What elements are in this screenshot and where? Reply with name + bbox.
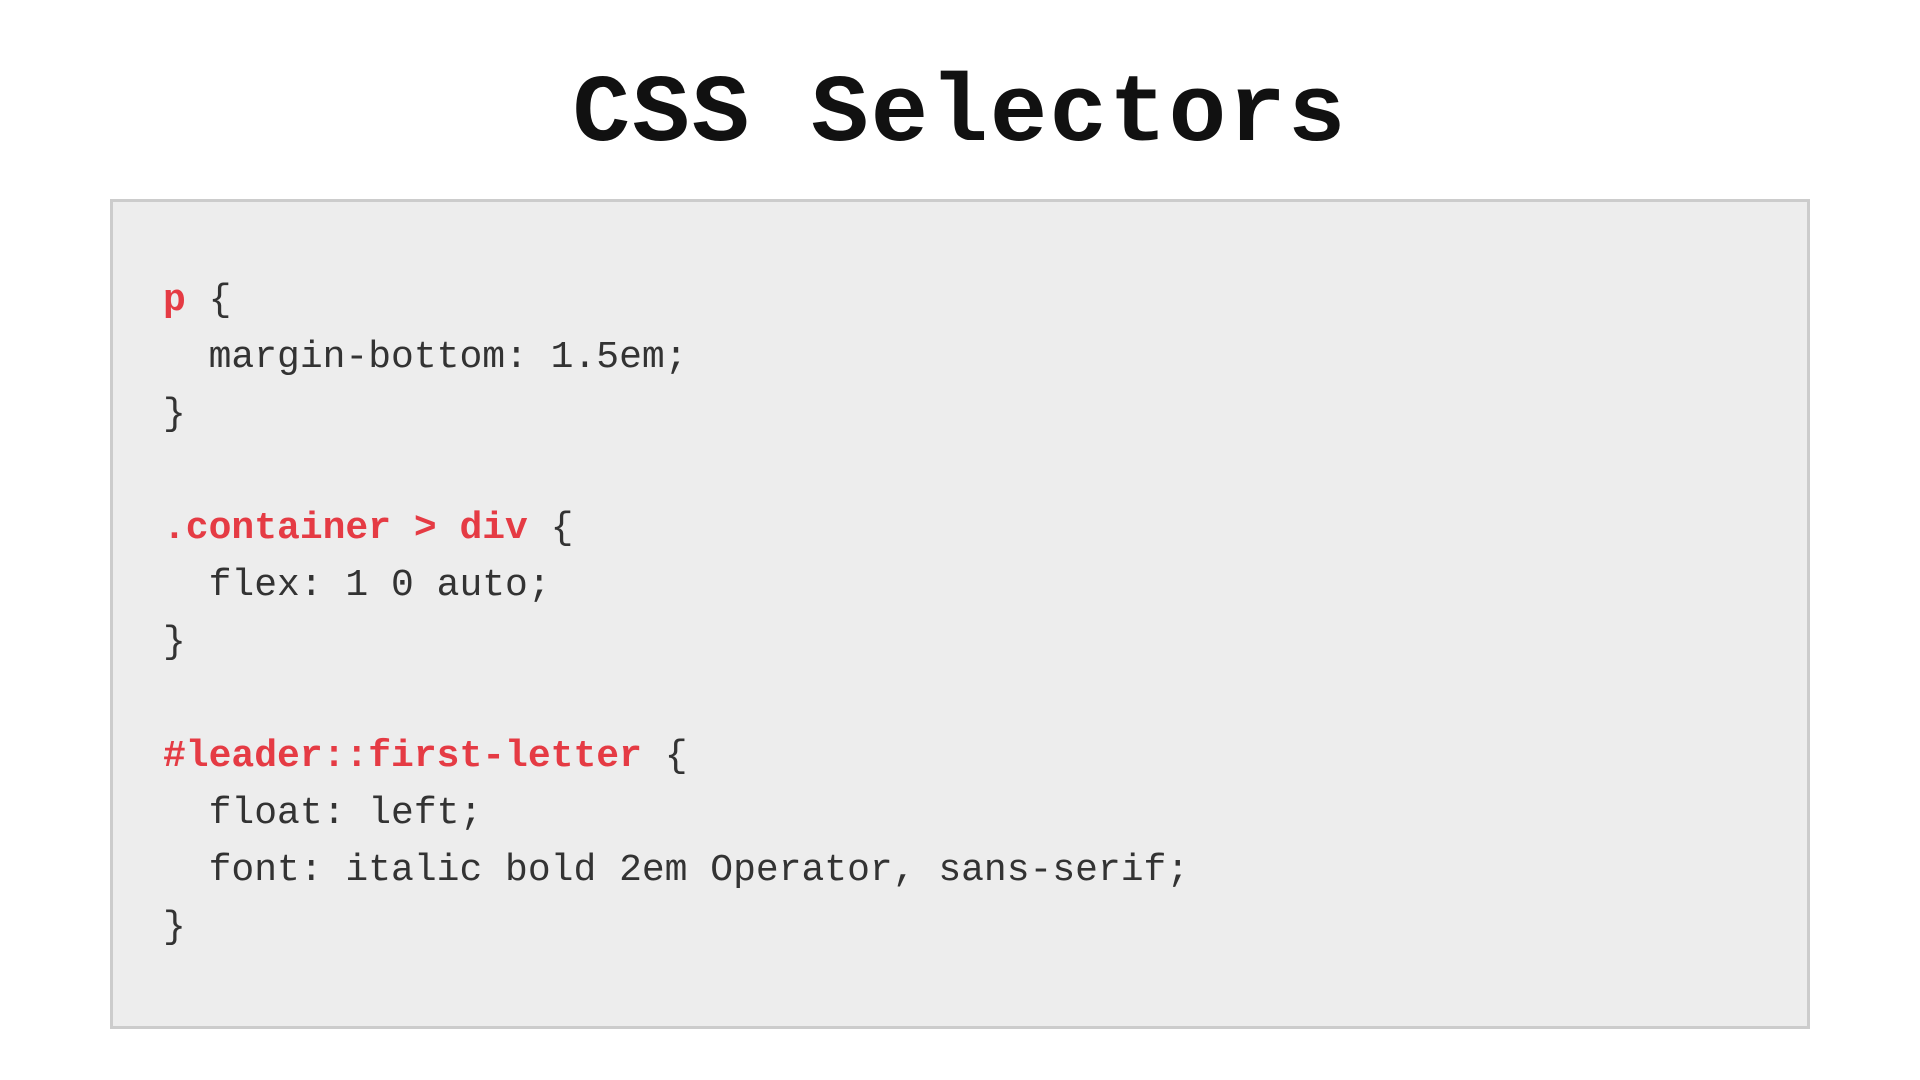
brace-close: } — [163, 393, 186, 436]
brace-open: { — [528, 507, 574, 550]
brace-open: { — [642, 735, 688, 778]
css-declaration: margin-bottom: 1.5em; — [163, 336, 688, 379]
code-block: p { margin-bottom: 1.5em; } .container >… — [163, 272, 1757, 956]
code-example-box: p { margin-bottom: 1.5em; } .container >… — [110, 199, 1810, 1029]
css-selector: #leader::first-letter — [163, 735, 642, 778]
css-declaration: flex: 1 0 auto; — [163, 564, 551, 607]
brace-open: { — [186, 279, 232, 322]
brace-close: } — [163, 906, 186, 949]
slide-title: CSS Selectors — [110, 60, 1810, 169]
css-selector: .container > div — [163, 507, 528, 550]
css-declaration: float: left; — [163, 792, 482, 835]
brace-close: } — [163, 621, 186, 664]
css-declaration: font: italic bold 2em Operator, sans-ser… — [163, 849, 1189, 892]
slide: CSS Selectors p { margin-bottom: 1.5em; … — [0, 0, 1920, 1080]
css-selector: p — [163, 279, 186, 322]
